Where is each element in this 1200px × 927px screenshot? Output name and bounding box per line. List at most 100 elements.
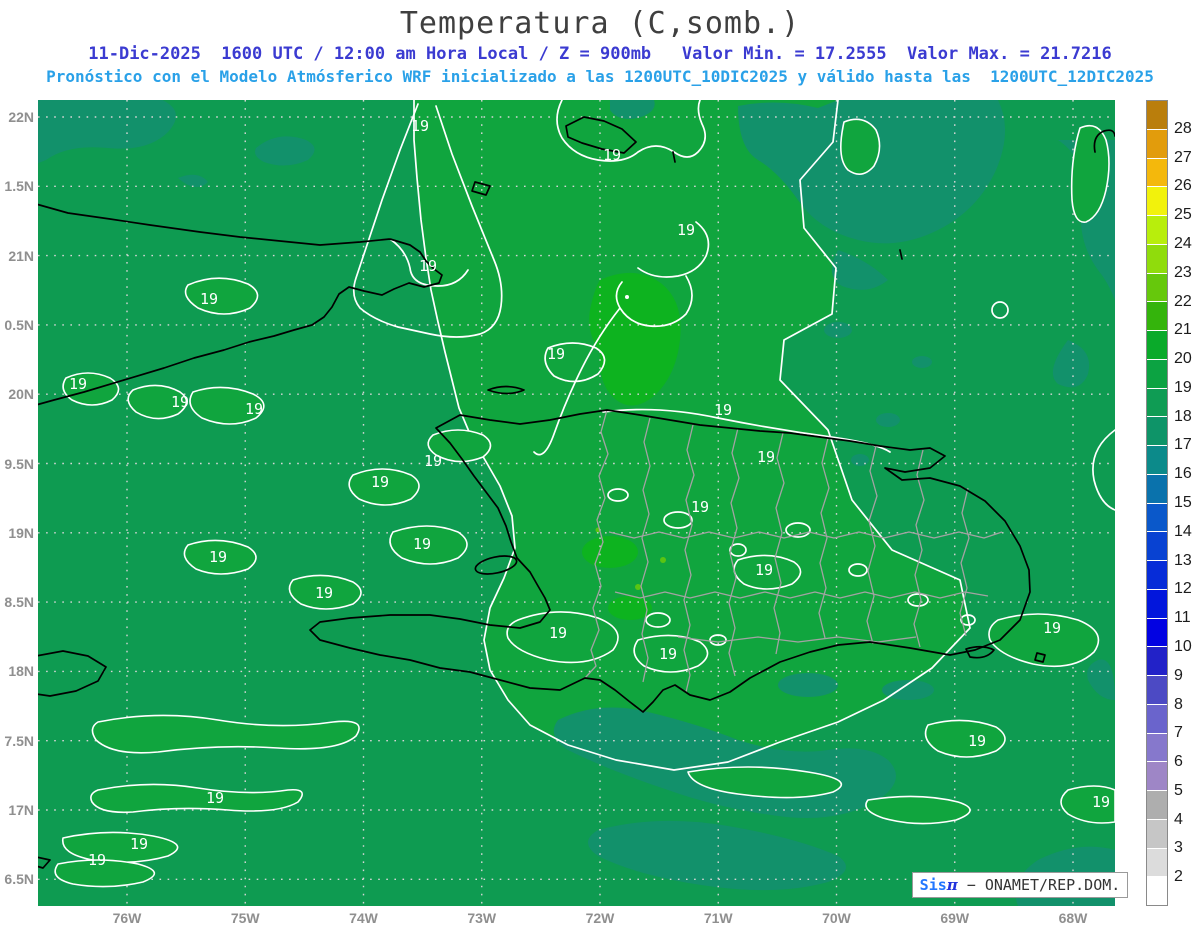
lat-tick-label: 17N <box>0 802 34 818</box>
colorbar-box <box>1147 734 1167 762</box>
lon-tick-label: 70W <box>815 910 859 926</box>
lon-tick-label: 68W <box>1051 910 1095 926</box>
colorbar-box <box>1147 101 1167 129</box>
colorbar-box <box>1147 446 1167 474</box>
temperature-field-map <box>38 100 1115 906</box>
isotherm-label: 19 <box>130 836 148 853</box>
colorbar-box <box>1147 561 1167 589</box>
isotherm-label: 19 <box>315 585 333 602</box>
lat-tick-label: 7.5N <box>0 733 34 749</box>
isotherm-label: 19 <box>245 401 263 418</box>
isotherm-label: 19 <box>411 118 429 135</box>
colorbar-box <box>1147 360 1167 388</box>
isotherm-label: 19 <box>371 474 389 491</box>
forecast-map: 19 19 19 19 19 19 19 19 19 19 19 19 19 19 19 19 19 19 19 19… <box>38 100 1115 906</box>
colorbar-box <box>1147 705 1167 733</box>
credit-sis-text: Sis <box>920 876 947 894</box>
colorbar-box <box>1147 130 1167 158</box>
isotherm-label: 19 <box>757 449 775 466</box>
credit-badge: Sisπ − ONAMET/REP.DOM. <box>912 872 1128 898</box>
colorbar-box <box>1147 676 1167 704</box>
colorbar-tick-label: 8 <box>1174 696 1200 714</box>
lon-tick-label: 69W <box>933 910 977 926</box>
colorbar-box <box>1147 532 1167 560</box>
colorbar-box <box>1147 619 1167 647</box>
colorbar-tick-label: 10 <box>1174 638 1200 656</box>
colorbar-box <box>1147 590 1167 618</box>
colorbar-tick-label: 22 <box>1174 293 1200 311</box>
colorbar-tick-label: 20 <box>1174 350 1200 368</box>
colorbar-box <box>1147 302 1167 330</box>
isotherm-label: 19 <box>603 147 621 164</box>
isotherm-label: 19 <box>200 291 218 308</box>
isotherm-label: 19 <box>69 376 87 393</box>
colorbar-tick-label: 9 <box>1174 667 1200 685</box>
lon-tick-label: 71W <box>696 910 740 926</box>
colorbar-tick-label: 4 <box>1174 811 1200 829</box>
isotherm-label: 19 <box>1043 620 1061 637</box>
lat-tick-label: 9.5N <box>0 456 34 472</box>
colorbar-tick-label: 28 <box>1174 120 1200 138</box>
lat-tick-label: 18N <box>0 663 34 679</box>
temperature-colorbar <box>1146 100 1168 906</box>
isotherm-label: 19 <box>677 222 695 239</box>
lat-tick-label: 21N <box>0 248 34 264</box>
colorbar-tick-label: 3 <box>1174 839 1200 857</box>
isotherm-label: 19 <box>88 852 106 869</box>
lat-tick-label: 8.5N <box>0 594 34 610</box>
colorbar-tick-label: 13 <box>1174 552 1200 570</box>
isotherm-label: 19 <box>659 646 677 663</box>
isotherm-label: 19 <box>171 394 189 411</box>
page-title: Temperatura (C,somb.) <box>0 6 1200 41</box>
isotherm-label: 19 <box>547 346 565 363</box>
colorbar-box <box>1147 762 1167 790</box>
lon-tick-label: 72W <box>578 910 622 926</box>
credit-onamet-text: − ONAMET/REP.DOM. <box>958 876 1121 894</box>
colorbar-box <box>1147 331 1167 359</box>
colorbar-tick-label: 24 <box>1174 235 1200 253</box>
colorbar-tick-label: 14 <box>1174 523 1200 541</box>
lat-tick-label: 19N <box>0 525 34 541</box>
colorbar-box <box>1147 417 1167 445</box>
isotherm-label: 19 <box>714 402 732 419</box>
colorbar-tick-label: 21 <box>1174 321 1200 339</box>
isotherm-label: 19 <box>549 625 567 642</box>
isotherm-label: 19 <box>419 258 437 275</box>
forecast-datetime-line: 11-Dic-2025 1600 UTC / 12:00 am Hora Loc… <box>0 44 1200 64</box>
colorbar-tick-label: 23 <box>1174 264 1200 282</box>
colorbar-box <box>1147 216 1167 244</box>
lat-tick-label: 1.5N <box>0 178 34 194</box>
colorbar-box <box>1147 274 1167 302</box>
isotherm-label: 19 <box>1092 794 1110 811</box>
colorbar-tick-label: 6 <box>1174 753 1200 771</box>
lat-tick-label: 0.5N <box>0 317 34 333</box>
lon-tick-label: 74W <box>342 910 386 926</box>
isotherm-label: 19 <box>206 790 224 807</box>
isotherm-label: 19 <box>424 453 442 470</box>
colorbar-box <box>1147 475 1167 503</box>
colorbar-tick-label: 11 <box>1174 609 1200 627</box>
lat-tick-label: 20N <box>0 386 34 402</box>
colorbar-tick-label: 17 <box>1174 436 1200 454</box>
isotherm-label: 19 <box>755 562 773 579</box>
colorbar-tick-label: 27 <box>1174 149 1200 167</box>
colorbar-tick-label: 5 <box>1174 782 1200 800</box>
colorbar-tick-label: 26 <box>1174 177 1200 195</box>
colorbar-tick-label: 25 <box>1174 206 1200 224</box>
model-info-line: Pronóstico con el Modelo Atmósferico WRF… <box>0 67 1200 86</box>
isotherm-label: 19 <box>209 549 227 566</box>
colorbar-box <box>1147 504 1167 532</box>
colorbar-tick-label: 15 <box>1174 494 1200 512</box>
lon-tick-label: 75W <box>223 910 267 926</box>
isotherm-label: 19 <box>691 499 709 516</box>
lat-tick-label: 22N <box>0 109 34 125</box>
lat-tick-label: 6.5N <box>0 871 34 887</box>
colorbar-box <box>1147 187 1167 215</box>
lon-tick-label: 73W <box>460 910 504 926</box>
colorbar-box <box>1147 849 1167 877</box>
colorbar-box <box>1147 877 1167 905</box>
pi-icon: π <box>947 876 958 894</box>
isotherm-label: 19 <box>413 536 431 553</box>
colorbar-box <box>1147 820 1167 848</box>
colorbar-tick-label: 12 <box>1174 580 1200 598</box>
